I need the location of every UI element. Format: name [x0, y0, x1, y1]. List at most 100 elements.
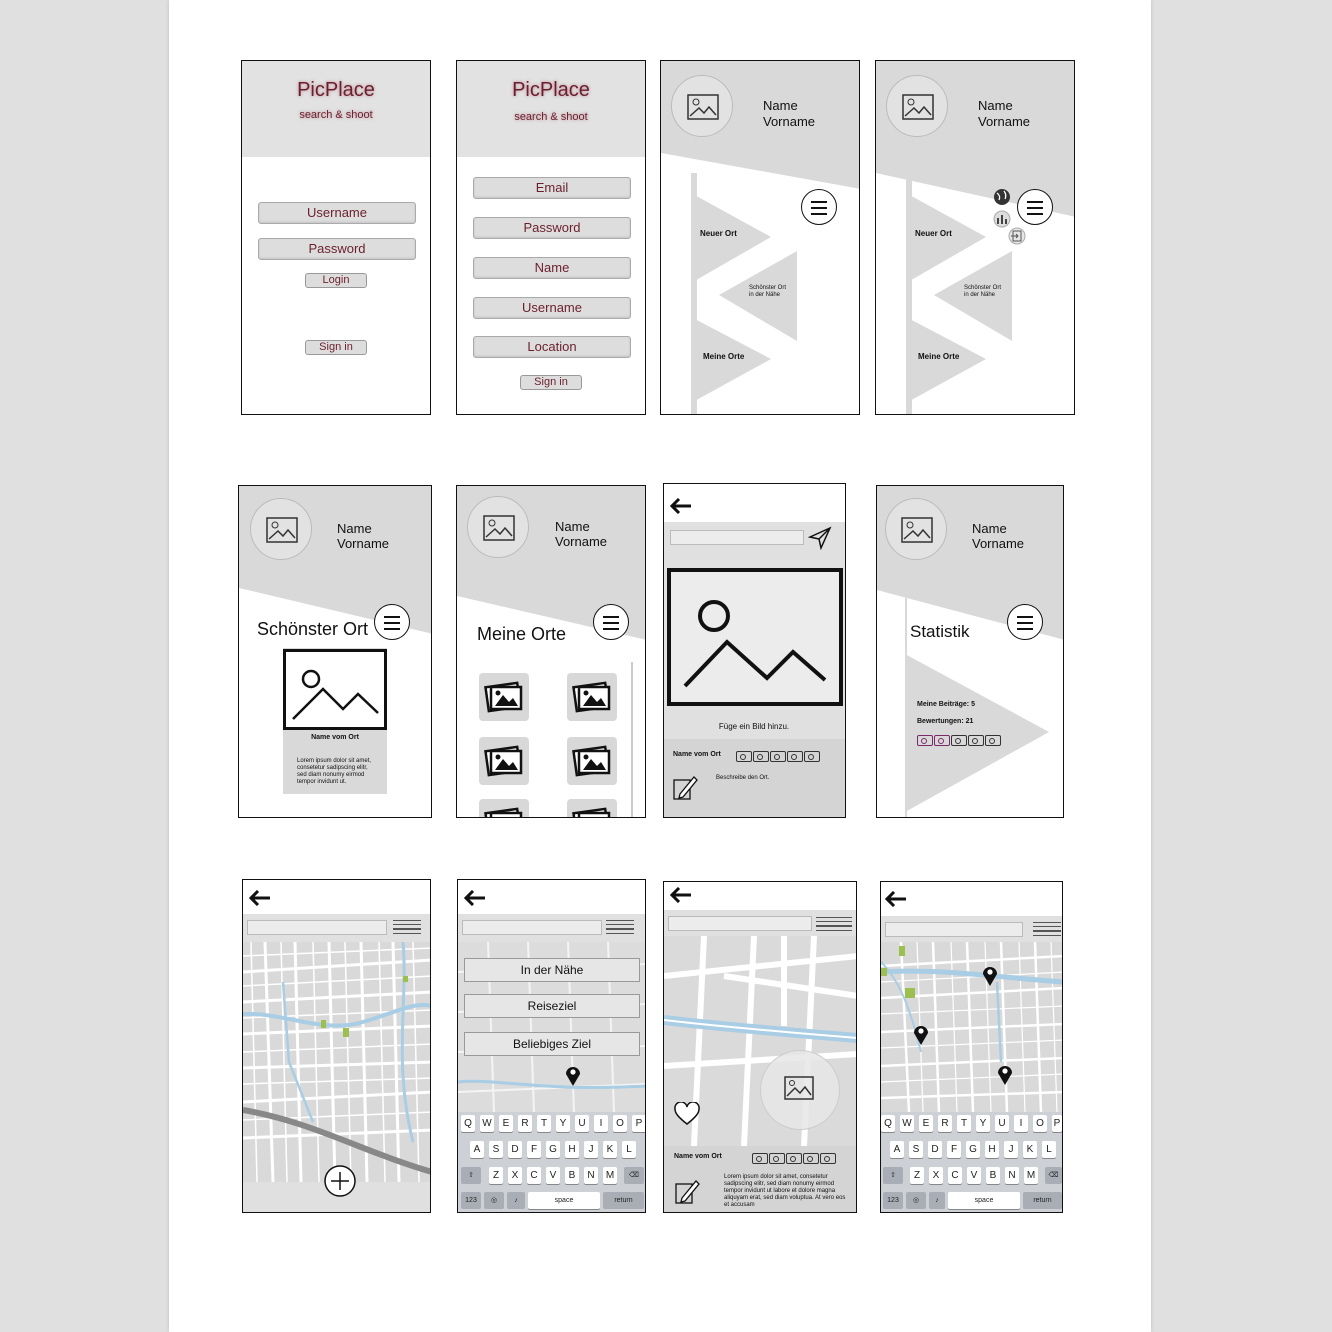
key[interactable]: S [489, 1141, 503, 1158]
heart-icon[interactable] [674, 1102, 700, 1126]
nav-meine-orte[interactable]: Meine Orte [703, 352, 744, 361]
numbers-key[interactable]: 123 [461, 1192, 481, 1209]
key[interactable]: X [929, 1167, 943, 1184]
key[interactable]: G [966, 1141, 980, 1158]
key[interactable]: U [995, 1115, 1009, 1132]
key[interactable]: B [986, 1167, 1000, 1184]
key[interactable]: W [900, 1115, 914, 1132]
search-input[interactable] [247, 920, 387, 935]
key[interactable]: W [480, 1115, 494, 1132]
key[interactable]: O [1033, 1115, 1047, 1132]
key[interactable]: V [967, 1167, 981, 1184]
key[interactable]: R [938, 1115, 952, 1132]
rating[interactable] [752, 1151, 837, 1169]
avatar[interactable] [886, 75, 948, 137]
list-icon[interactable] [393, 920, 421, 937]
option-in-der-naehe[interactable]: In der Nähe [464, 958, 640, 982]
return-key[interactable]: return [603, 1192, 644, 1209]
key[interactable]: R [518, 1115, 532, 1132]
login-button[interactable]: Login [305, 273, 367, 288]
key[interactable]: M [603, 1167, 617, 1184]
shift-key[interactable]: ⇧ [883, 1167, 903, 1184]
key[interactable]: B [565, 1167, 579, 1184]
avatar[interactable] [885, 498, 947, 560]
gallery-item[interactable] [567, 737, 617, 785]
key[interactable]: I [594, 1115, 608, 1132]
menu-button[interactable] [593, 604, 629, 640]
key[interactable]: Q [881, 1115, 895, 1132]
password-field[interactable]: Password [258, 238, 416, 260]
key[interactable]: F [527, 1141, 541, 1158]
option-reiseziel[interactable]: Reiseziel [464, 994, 640, 1018]
key[interactable]: H [565, 1141, 579, 1158]
search-input[interactable] [670, 530, 804, 545]
key[interactable]: Z [910, 1167, 924, 1184]
delete-key[interactable]: ⌫ [1045, 1167, 1062, 1184]
camera-icon[interactable] [736, 751, 752, 762]
key[interactable]: P [632, 1115, 645, 1132]
rating[interactable] [736, 749, 821, 767]
search-input[interactable] [885, 922, 1023, 937]
return-key[interactable]: return [1023, 1192, 1062, 1209]
key[interactable]: N [1005, 1167, 1019, 1184]
camera-icon[interactable] [752, 1153, 768, 1164]
mic-key[interactable]: ♪ [929, 1192, 945, 1209]
camera-icon[interactable] [804, 751, 820, 762]
key[interactable]: T [537, 1115, 551, 1132]
back-arrow-icon[interactable] [464, 890, 486, 906]
key[interactable]: H [985, 1141, 999, 1158]
key[interactable]: Z [489, 1167, 503, 1184]
image-placeholder-icon[interactable] [283, 649, 387, 731]
list-icon[interactable] [606, 920, 634, 937]
globe-key[interactable]: ◎ [484, 1192, 504, 1209]
avatar[interactable] [467, 496, 529, 558]
map[interactable] [881, 942, 1063, 1112]
edit-icon[interactable] [672, 774, 698, 802]
space-key[interactable]: space [948, 1192, 1020, 1209]
list-icon[interactable] [1033, 922, 1061, 939]
search-input[interactable] [462, 920, 602, 935]
nav-neuer-ort[interactable]: Neuer Ort [915, 229, 952, 238]
shift-key[interactable]: ⇧ [461, 1167, 481, 1184]
key[interactable]: O [613, 1115, 627, 1132]
nav-meine-orte[interactable]: Meine Orte [918, 352, 959, 361]
key[interactable]: M [1024, 1167, 1038, 1184]
gallery-item[interactable] [567, 673, 617, 721]
key[interactable]: I [1014, 1115, 1028, 1132]
map-pin-icon[interactable] [912, 1023, 930, 1047]
avatar[interactable] [671, 75, 733, 137]
key[interactable]: P [1052, 1115, 1062, 1132]
email-field[interactable]: Email [473, 177, 631, 199]
back-arrow-icon[interactable] [670, 887, 692, 903]
key[interactable]: T [957, 1115, 971, 1132]
camera-icon[interactable] [820, 1153, 836, 1164]
key[interactable]: A [470, 1141, 484, 1158]
key[interactable]: L [1042, 1141, 1056, 1158]
key[interactable]: K [603, 1141, 617, 1158]
key[interactable]: D [928, 1141, 942, 1158]
globe-key[interactable]: ◎ [906, 1192, 926, 1209]
describe-label[interactable]: Beschreibe den Ort. [716, 775, 769, 781]
key[interactable]: E [499, 1115, 513, 1132]
logout-icon[interactable] [1008, 227, 1026, 245]
camera-icon[interactable] [770, 751, 786, 762]
key[interactable]: D [508, 1141, 522, 1158]
key[interactable]: K [1023, 1141, 1037, 1158]
key[interactable]: S [909, 1141, 923, 1158]
gallery-item[interactable] [479, 673, 529, 721]
username-field[interactable]: Username [473, 297, 631, 319]
map-pin-icon[interactable] [996, 1063, 1014, 1087]
key[interactable]: V [546, 1167, 560, 1184]
edit-icon[interactable] [674, 1178, 700, 1206]
add-icon[interactable] [323, 1164, 357, 1198]
key[interactable]: L [622, 1141, 636, 1158]
menu-button[interactable] [1007, 604, 1043, 640]
option-beliebiges-ziel[interactable]: Beliebiges Ziel [464, 1032, 640, 1056]
list-icon[interactable] [816, 917, 852, 934]
add-image-icon[interactable] [667, 568, 843, 706]
key[interactable]: J [584, 1141, 598, 1158]
space-key[interactable]: space [528, 1192, 600, 1209]
map-pin-icon[interactable] [564, 1064, 582, 1088]
camera-icon[interactable] [803, 1153, 819, 1164]
delete-key[interactable]: ⌫ [624, 1167, 644, 1184]
